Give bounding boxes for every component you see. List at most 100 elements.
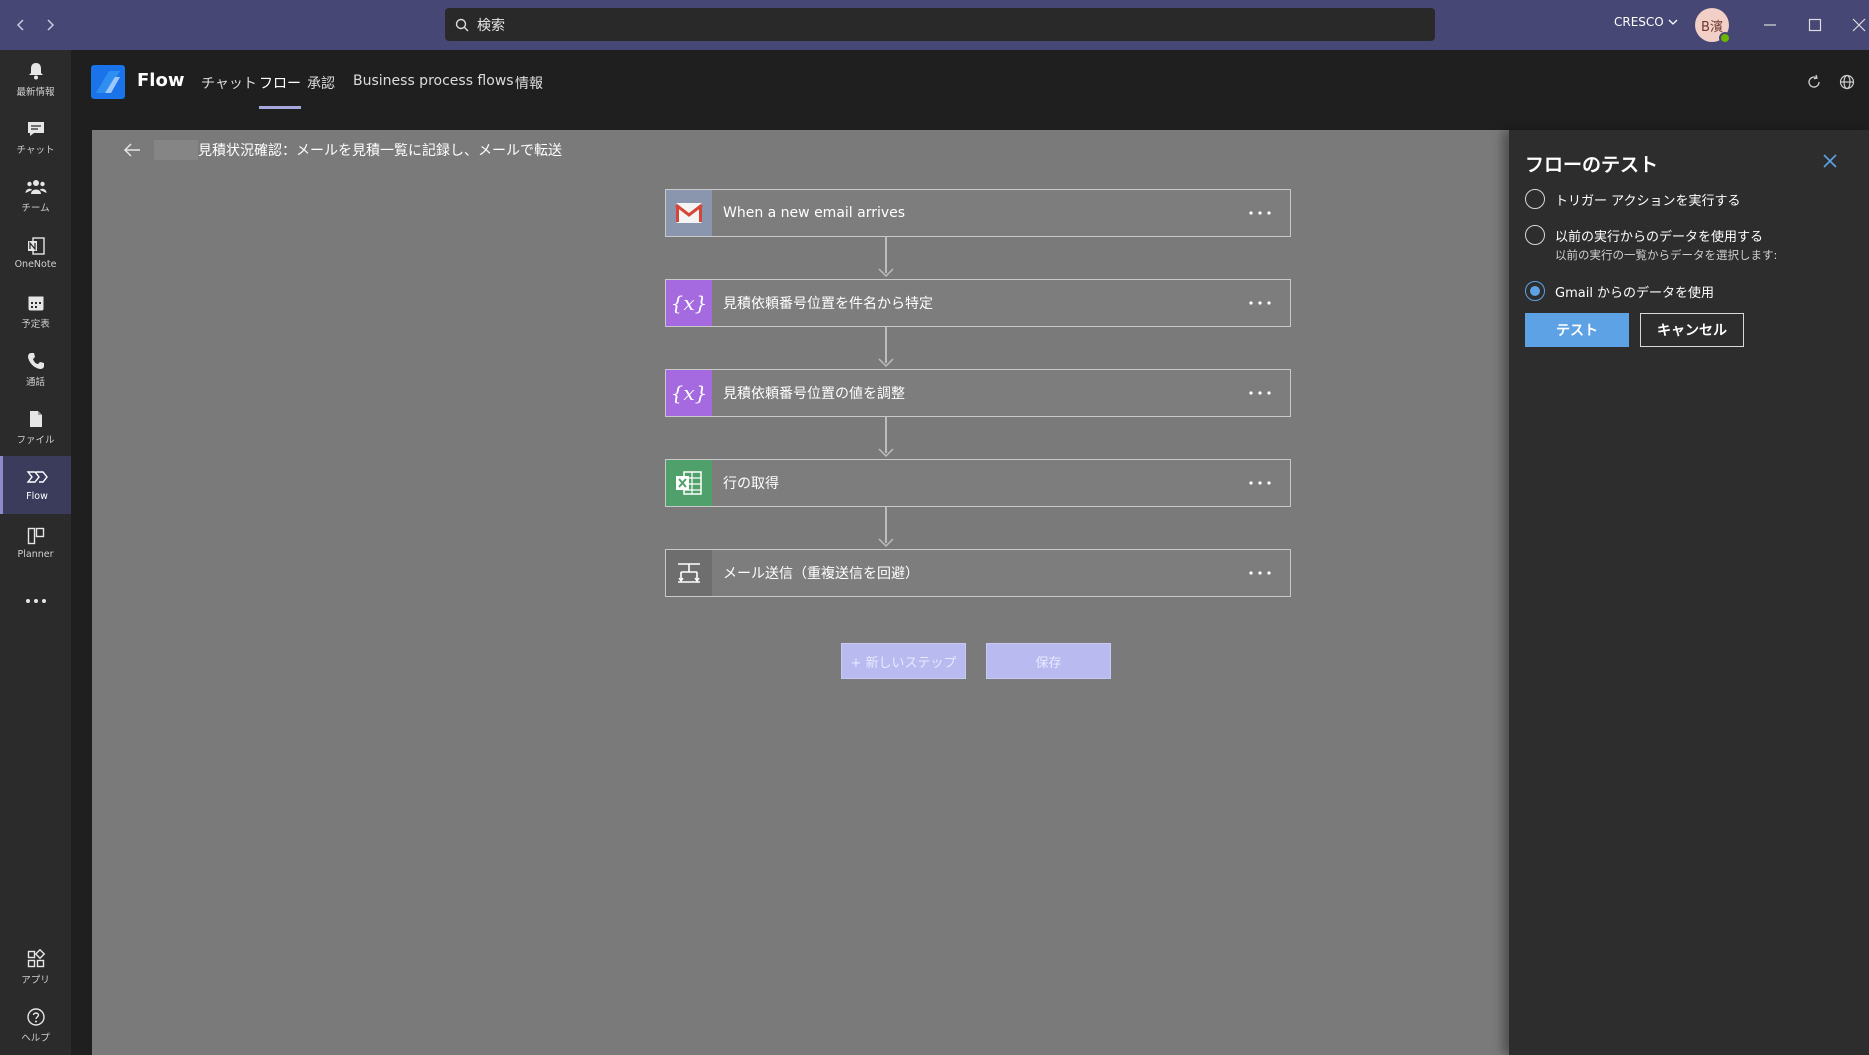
maximize-icon[interactable] xyxy=(1802,12,1828,38)
more-options-icon[interactable] xyxy=(1230,301,1290,305)
rail-label: アプリ xyxy=(21,974,50,986)
calendar-icon xyxy=(26,293,46,313)
flow-step-condition[interactable]: メール送信（重複送信を回避） xyxy=(665,549,1291,597)
more-options-icon[interactable] xyxy=(1230,481,1290,485)
rail-item-chat[interactable]: チャット xyxy=(0,108,71,166)
step-label: メール送信（重複送信を回避） xyxy=(723,566,919,582)
tab-flows[interactable]: フロー xyxy=(259,73,301,109)
app-header: Flow チャット フロー 承認 Business process flows … xyxy=(71,50,1869,130)
help-icon xyxy=(26,1007,46,1027)
rail-item-flow[interactable]: Flow xyxy=(0,456,71,514)
app-rail: 最新情報 チャット チーム OneNote 予定表 通話 ファイル Flow P… xyxy=(0,50,71,1055)
close-window-icon[interactable] xyxy=(1846,12,1869,38)
variable-icon: {x} xyxy=(666,280,712,326)
more-options-icon[interactable] xyxy=(1230,391,1290,395)
save-button[interactable]: 保存 xyxy=(986,643,1111,679)
rail-item-calls[interactable]: 通話 xyxy=(0,340,71,398)
org-switcher[interactable]: CRESCO xyxy=(1614,15,1678,29)
rail-item-activity[interactable]: 最新情報 xyxy=(0,50,71,108)
rail-label: 最新情報 xyxy=(16,86,55,98)
phone-icon xyxy=(26,351,46,371)
step-label: 見積依頼番号位置を件名から特定 xyxy=(723,296,933,312)
rail-item-teams[interactable]: チーム xyxy=(0,166,71,224)
radio-label: トリガー アクションを実行する xyxy=(1555,193,1741,209)
rail-label: 通話 xyxy=(25,376,45,388)
test-flow-panel: フローのテスト トリガー アクションを実行する 以前の実行からのデータを使用する… xyxy=(1509,130,1869,1055)
condition-icon xyxy=(666,550,712,596)
back-arrow-icon[interactable] xyxy=(9,13,33,37)
variable-icon: {x} xyxy=(666,370,712,416)
flow-step-variable-2[interactable]: {x} 見積依頼番号位置の値を調整 xyxy=(665,369,1291,417)
connector-arrow-icon xyxy=(878,448,894,458)
flow-title-bar: 見積状況確認：メールを見積一覧に記録し、メールで転送 xyxy=(122,140,562,160)
rail-label: 予定表 xyxy=(21,318,50,330)
radio-unchecked-icon[interactable] xyxy=(1525,225,1545,245)
more-options-icon[interactable] xyxy=(1230,211,1290,215)
more-apps-button[interactable] xyxy=(0,572,71,630)
connector-arrow-icon xyxy=(878,268,894,278)
radio-label: 以前の実行からのデータを使用する xyxy=(1555,229,1764,245)
more-options-icon[interactable] xyxy=(1230,571,1290,575)
minimize-icon[interactable] xyxy=(1757,12,1783,38)
connector-arrow-icon xyxy=(878,358,894,368)
flow-logo-icon xyxy=(91,65,125,99)
gmail-icon xyxy=(666,190,712,236)
planner-icon xyxy=(26,526,46,546)
rail-item-apps[interactable]: アプリ xyxy=(0,938,71,996)
more-horizontal-icon xyxy=(25,598,47,604)
tab-business-process-flows[interactable]: Business process flows xyxy=(353,73,514,109)
tab-approvals[interactable]: 承認 xyxy=(307,73,335,109)
step-label: 行の取得 xyxy=(723,476,779,492)
rail-label: チーム xyxy=(21,202,50,214)
rail-item-calendar[interactable]: 予定表 xyxy=(0,282,71,340)
step-label: When a new email arrives xyxy=(723,205,906,221)
chat-icon xyxy=(26,119,46,139)
radio-label: Gmail からのデータを使用 xyxy=(1555,285,1715,301)
chevron-down-icon xyxy=(1668,18,1678,26)
radio-checked-icon[interactable] xyxy=(1525,281,1545,301)
tab-chat[interactable]: チャット xyxy=(201,73,257,109)
globe-icon[interactable] xyxy=(1836,71,1858,93)
rail-item-planner[interactable]: Planner xyxy=(0,514,71,572)
rail-item-onenote[interactable]: OneNote xyxy=(0,224,71,282)
flow-step-trigger[interactable]: When a new email arrives xyxy=(665,189,1291,237)
search-placeholder: 検索 xyxy=(477,17,505,34)
flow-title: 見積状況確認：メールを見積一覧に記録し、メールで転送 xyxy=(198,143,562,159)
radio-option-previous-run[interactable]: 以前の実行からのデータを使用する xyxy=(1525,225,1763,245)
search-icon xyxy=(455,18,469,32)
new-step-button[interactable]: + 新しいステップ xyxy=(841,643,966,679)
rail-item-help[interactable]: ヘルプ xyxy=(0,996,71,1054)
connector-arrow-icon xyxy=(878,538,894,548)
rail-label: Planner xyxy=(17,549,54,560)
flow-step-excel[interactable]: 行の取得 xyxy=(665,459,1291,507)
radio-unchecked-icon[interactable] xyxy=(1525,189,1545,209)
step-label: 見積依頼番号位置の値を調整 xyxy=(723,386,905,402)
rail-label: OneNote xyxy=(14,259,57,270)
title-bar: 検索 CRESCO B濱 xyxy=(0,0,1869,50)
flow-step-variable-1[interactable]: {x} 見積依頼番号位置を件名から特定 xyxy=(665,279,1291,327)
app-name: Flow xyxy=(137,70,185,91)
avatar[interactable]: B濱 xyxy=(1695,8,1731,44)
back-arrow-icon[interactable] xyxy=(122,142,142,158)
presence-available-icon xyxy=(1719,32,1731,44)
flow-icon xyxy=(26,468,48,488)
rail-label: チャット xyxy=(16,144,55,156)
radio-option-gmail-data[interactable]: Gmail からのデータを使用 xyxy=(1525,281,1714,301)
bell-icon xyxy=(26,61,46,81)
cancel-button[interactable]: キャンセル xyxy=(1640,313,1744,347)
tab-about[interactable]: 情報 xyxy=(515,73,543,109)
radio-option-trigger[interactable]: トリガー アクションを実行する xyxy=(1525,189,1740,209)
test-button[interactable]: テスト xyxy=(1525,313,1629,347)
rail-item-files[interactable]: ファイル xyxy=(0,398,71,456)
refresh-icon[interactable] xyxy=(1803,71,1825,93)
avatar-initials: B濱 xyxy=(1701,19,1723,35)
forward-arrow-icon[interactable] xyxy=(38,13,62,37)
rail-label: Flow xyxy=(26,491,48,502)
close-icon[interactable] xyxy=(1819,150,1841,172)
org-name: CRESCO xyxy=(1614,15,1664,29)
excel-icon xyxy=(666,460,712,506)
teams-icon xyxy=(25,177,47,197)
rail-label: ヘルプ xyxy=(21,1032,50,1044)
file-icon xyxy=(26,409,46,429)
search-input[interactable]: 検索 xyxy=(445,8,1435,41)
